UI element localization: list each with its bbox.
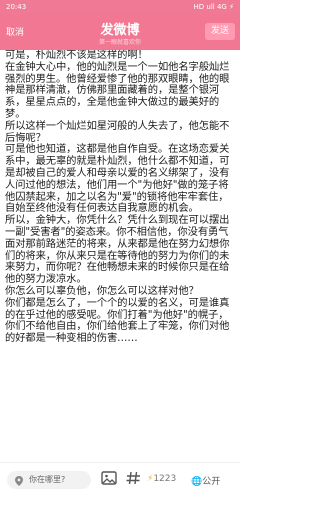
status-time: 20:43 xyxy=(6,3,27,11)
page-title: 发微博 xyxy=(100,23,140,38)
hashtag-icon[interactable] xyxy=(124,469,144,489)
visibility-selector[interactable]: 🌐公开 xyxy=(191,474,220,487)
location-pin-icon xyxy=(15,475,23,493)
post-textarea[interactable]: 可是，朴灿烈不该是这样的啊！ 在金钟大心中，他的灿烈是一个一如他名字般灿烂强烈的… xyxy=(0,50,240,462)
post-text: 可是，朴灿烈不该是这样的啊！ 在金钟大心中，他的灿烈是一个一如他名字般灿烂强烈的… xyxy=(5,50,230,345)
compose-header: 取消 发微博 第一眼就喜欢你 发送 xyxy=(0,14,240,50)
battery-icon: ⚡ xyxy=(229,3,234,11)
location-button[interactable]: 你在哪里? xyxy=(7,471,91,489)
compose-toolbar: 你在哪里? ⚡1223 🌐公开 xyxy=(0,462,240,507)
status-indicators: HD ull 4G ⚡ xyxy=(193,3,234,11)
status-bar: 20:43 HD ull 4G ⚡ xyxy=(0,0,240,14)
send-button[interactable]: 发送 xyxy=(205,23,235,40)
account-subtitle: 第一眼就喜欢你 xyxy=(98,39,141,46)
char-counter: ⚡1223 xyxy=(147,474,177,484)
image-icon[interactable] xyxy=(100,469,120,489)
globe-icon: 🌐 xyxy=(191,477,203,487)
location-placeholder: 你在哪里? xyxy=(29,475,66,484)
